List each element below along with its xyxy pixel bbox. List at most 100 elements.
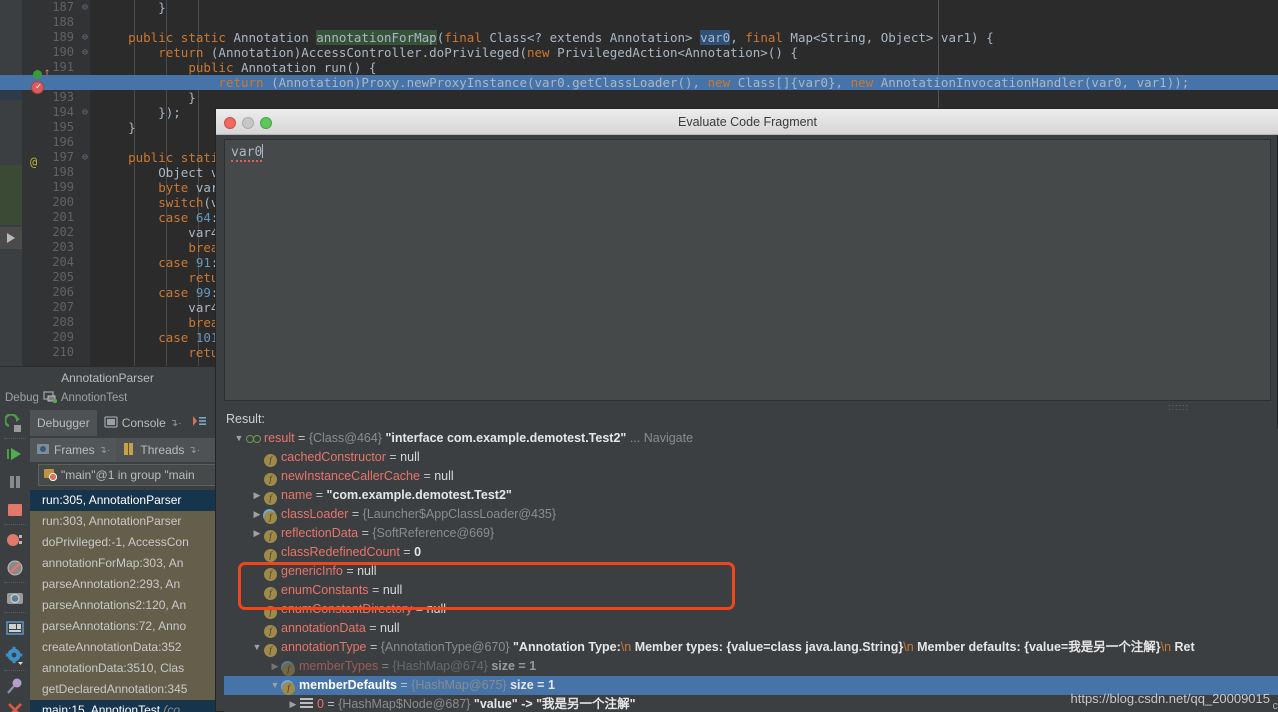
debug-left-toolbar[interactable] bbox=[0, 406, 30, 712]
frame-list-item[interactable]: createAnnotationData:352 bbox=[30, 637, 220, 658]
run-to-cursor-icon[interactable] bbox=[0, 227, 22, 249]
close-button[interactable] bbox=[224, 117, 236, 129]
code-line[interactable]: public Annotation run() { bbox=[90, 60, 1278, 75]
result-tree[interactable]: ▼ result = {Class@464} "interface com.exa… bbox=[224, 429, 1278, 712]
navigate-link: Navigate bbox=[643, 431, 694, 445]
resume-icon[interactable] bbox=[5, 444, 25, 464]
chevron-right-icon[interactable]: ▶ bbox=[250, 486, 264, 505]
detach-icon[interactable]: ↴· bbox=[188, 445, 200, 456]
close-icon[interactable] bbox=[5, 700, 25, 712]
pause-icon[interactable] bbox=[5, 472, 25, 492]
frames-list[interactable]: run:305, AnnotationParser run:303, Annota… bbox=[30, 490, 220, 712]
field-icon: f bbox=[264, 625, 277, 638]
frame-list-item[interactable]: run:305, AnnotationParser bbox=[30, 490, 220, 511]
frame-list-item[interactable]: main:15, AnnotionTest (co bbox=[30, 700, 220, 712]
maximize-button[interactable] bbox=[260, 117, 272, 129]
tree-node[interactable]: ▶ f reflectionData = {SoftReference@669} bbox=[224, 524, 1278, 543]
tree-node[interactable]: f classRedefinedCount = 0 bbox=[224, 543, 1278, 562]
stop-icon[interactable] bbox=[5, 500, 25, 520]
fold-toggle-icon[interactable]: ⊖ bbox=[80, 150, 90, 165]
tree-node[interactable]: f enumConstantDirectory = null bbox=[224, 600, 1278, 619]
tab-threads[interactable]: Threads ↴· bbox=[116, 438, 206, 462]
thread-selector[interactable]: "main"@1 in group "main bbox=[38, 464, 223, 486]
minimize-button[interactable] bbox=[242, 117, 254, 129]
debug-tab-bar[interactable]: DebuggerConsole↴·⋮ bbox=[30, 410, 222, 436]
chevron-down-icon[interactable]: ▼ bbox=[232, 429, 246, 448]
code-line[interactable]: } bbox=[90, 0, 1278, 15]
node-value: size = 1 bbox=[487, 659, 537, 673]
code-token: AnnotationInvocationHandler(var0, var1))… bbox=[880, 75, 1190, 90]
resize-grip[interactable]: :::::: bbox=[1168, 403, 1190, 412]
tree-node[interactable]: f enumConstants = null bbox=[224, 581, 1278, 600]
node-null-value: null bbox=[426, 602, 447, 616]
tree-node[interactable]: f newInstanceCallerCache = null bbox=[224, 467, 1278, 486]
node-equals: = bbox=[358, 526, 373, 540]
node-reference: {SoftReference@669} bbox=[372, 526, 495, 540]
layout-icon[interactable] bbox=[5, 618, 25, 638]
detach-icon[interactable]: ↴· bbox=[99, 445, 111, 456]
view-breakpoints-icon[interactable] bbox=[5, 530, 25, 550]
code-token: var4 bbox=[98, 225, 219, 240]
detach-icon[interactable]: ↴· bbox=[170, 418, 182, 429]
node-value: Member defaults: {value=我是另一个注解} bbox=[913, 640, 1161, 654]
tree-node[interactable]: f genericInfo = null bbox=[224, 562, 1278, 581]
frame-list-item[interactable]: parseAnnotations:72, Anno bbox=[30, 616, 220, 637]
frame-list-item[interactable]: annotationForMap:303, An bbox=[30, 553, 220, 574]
console-output-icon[interactable] bbox=[192, 414, 207, 433]
chevron-down-icon[interactable]: ▼ bbox=[268, 676, 282, 695]
chevron-right-icon[interactable]: ▶ bbox=[286, 695, 300, 712]
tree-node[interactable]: ▶ f classLoader = {Launcher$AppClassLoader… bbox=[224, 505, 1278, 524]
node-reference: {AnnotationType@670} bbox=[380, 640, 510, 654]
settings-gear-icon[interactable] bbox=[5, 646, 25, 666]
node-equals: = bbox=[348, 507, 363, 521]
tree-node[interactable]: f annotationData = null bbox=[224, 619, 1278, 638]
frame-list-item[interactable]: run:303, AnnotationParser bbox=[30, 511, 220, 532]
expression-input[interactable]: var0 bbox=[224, 139, 1271, 401]
code-line[interactable]: return (Annotation)Proxy.newProxyInstanc… bbox=[90, 75, 1278, 90]
fold-toggle-icon[interactable]: ⊖ bbox=[80, 0, 90, 15]
chevron-right-icon[interactable]: ▶ bbox=[250, 524, 264, 543]
tree-node[interactable]: ▼ result = {Class@464} "interface com.exa… bbox=[224, 429, 1278, 448]
frame-list-item[interactable]: getDeclaredAnnotation:345 bbox=[30, 679, 220, 700]
snapshot-icon[interactable] bbox=[5, 588, 25, 608]
frame-list-item[interactable]: doPrivileged:-1, AccessCon bbox=[30, 532, 220, 553]
escape-sequence: \n bbox=[620, 640, 632, 654]
node-name: name bbox=[281, 488, 313, 502]
chevron-right-icon[interactable]: ▶ bbox=[268, 657, 282, 676]
chevron-right-icon[interactable]: ▶ bbox=[250, 505, 264, 524]
breakpoint-green-icon[interactable] bbox=[33, 70, 42, 79]
pin-icon[interactable] bbox=[5, 676, 25, 696]
fold-toggle-icon[interactable]: ⊖ bbox=[80, 105, 90, 120]
frame-list-item[interactable]: parseAnnotation2:293, An bbox=[30, 574, 220, 595]
tree-node[interactable]: ▶ f name = "com.example.demotest.Test2" bbox=[224, 486, 1278, 505]
frame-list-item[interactable]: parseAnnotations2:120, An bbox=[30, 595, 220, 616]
tab-label: Console bbox=[121, 416, 166, 430]
tab-frames[interactable]: Frames ↴· bbox=[30, 438, 117, 462]
editor-file-tab[interactable]: AnnotationParser bbox=[0, 366, 215, 388]
chevron-down-icon[interactable]: ▼ bbox=[250, 638, 264, 657]
tab-console[interactable]: Console ↴· bbox=[97, 410, 189, 436]
tree-node[interactable]: ▶ f memberTypes = {HashMap@674} size = 1 bbox=[224, 657, 1278, 676]
code-line[interactable]: return (Annotation)AccessController.doPr… bbox=[90, 45, 1278, 60]
dialog-title-bar[interactable]: Evaluate Code Fragment bbox=[216, 109, 1278, 135]
code-line[interactable]: } bbox=[90, 90, 1278, 105]
tree-node[interactable]: ▼ f annotationType = {AnnotationType@670} … bbox=[224, 638, 1278, 657]
node-name: enumConstants bbox=[281, 583, 369, 597]
fold-toggle-icon[interactable]: ⊖ bbox=[80, 30, 90, 45]
debug-label: Debug bbox=[5, 392, 39, 404]
code-line[interactable]: public static Annotation annotationForMa… bbox=[90, 30, 1278, 45]
console-icon bbox=[104, 415, 118, 432]
fold-toggle-icon[interactable]: ⊖ bbox=[80, 45, 90, 60]
line-number: 207 bbox=[52, 300, 74, 314]
code-token: new bbox=[850, 75, 881, 90]
code-line[interactable] bbox=[90, 15, 1278, 30]
tree-node[interactable]: f cachedConstructor = null bbox=[224, 448, 1278, 467]
tab-debugger[interactable]: Debugger bbox=[30, 410, 97, 436]
mute-breakpoints-icon[interactable] bbox=[5, 558, 25, 578]
frame-list-item[interactable]: annotationData:3510, Clas bbox=[30, 658, 220, 679]
frames-tab-bar[interactable]: Frames ↴· Threads ↴· bbox=[30, 438, 215, 462]
code-token: annotationForMap bbox=[316, 30, 437, 45]
run-config-name: AnnotionTest bbox=[60, 392, 128, 404]
rerun-icon[interactable] bbox=[3, 413, 25, 434]
